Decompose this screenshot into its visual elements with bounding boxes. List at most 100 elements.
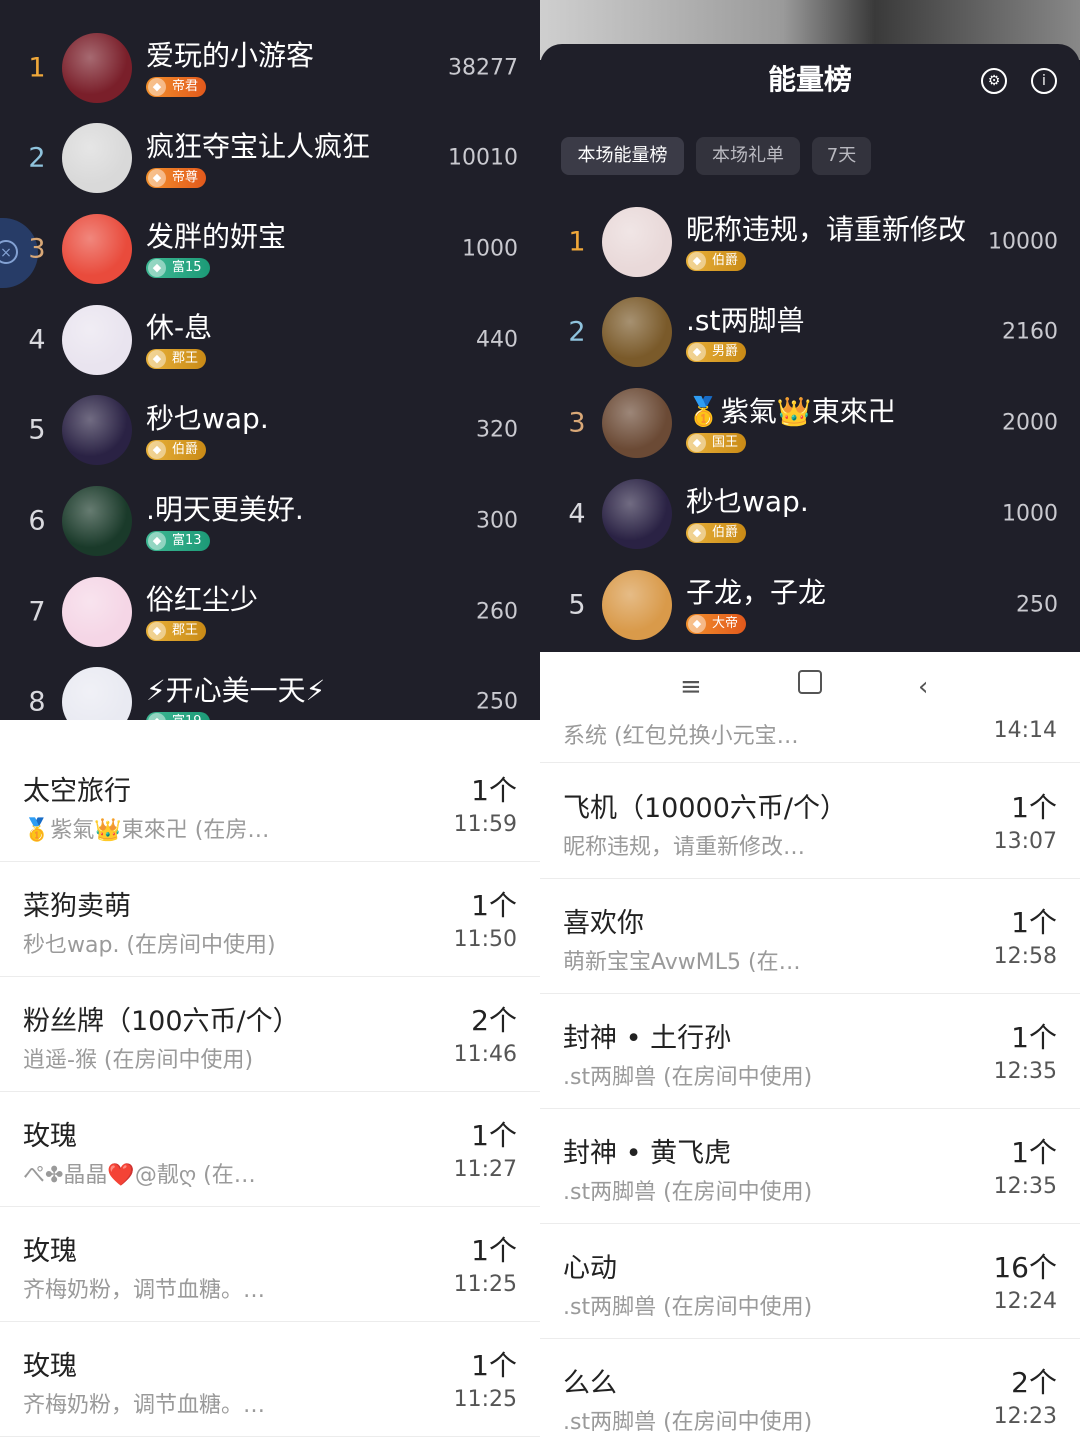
- gift-sender: .st两脚兽 (在房间中使用): [563, 1410, 813, 1435]
- badge-icon: ◆: [688, 524, 706, 543]
- ranking-row[interactable]: 3 🥇紫氣👑東來卍 ◆ 国王 2000: [540, 378, 1080, 469]
- gift-time: 11:50: [453, 927, 517, 952]
- ranking-row[interactable]: 7 俗红尘少 ◆ 郡王 260: [0, 566, 540, 657]
- gift-sender: 🥇紫氣👑東來卍 (在房…: [23, 818, 270, 843]
- badge-icon: ◆: [148, 350, 166, 369]
- username: 秒乜wap.: [146, 401, 269, 435]
- username: 休-息: [146, 311, 213, 345]
- gift-count: 1个: [1011, 906, 1057, 939]
- gift-list-item[interactable]: 封神 • 黄飞虎 .st两脚兽 (在房间中使用) 1个 12:35: [540, 1108, 1080, 1224]
- gift-name: 玫瑰: [23, 1121, 77, 1152]
- gift-list-item[interactable]: 玫瑰 齐梅奶粉，调节血糖。… 1个 11:25: [0, 1206, 540, 1322]
- gift-list-item[interactable]: 太空旅行 🥇紫氣👑東來卍 (在房… 1个 11:59: [0, 746, 540, 862]
- level-badge: ◆ 帝君: [146, 77, 207, 97]
- badge-label: 伯爵: [712, 253, 739, 268]
- level-badge: ◆ 郡王: [146, 349, 207, 370]
- gift-time: 11:27: [453, 1157, 517, 1182]
- avatar[interactable]: [62, 667, 132, 720]
- level-badge: ◆ 帝尊: [146, 167, 207, 188]
- gift-sender: 系统 (红包兑换小元宝…: [563, 724, 799, 749]
- energy-score: 1000: [1002, 501, 1058, 527]
- avatar[interactable]: [62, 32, 132, 103]
- badge-label: 富15: [172, 260, 202, 276]
- ranking-row[interactable]: 6 .明天更美好. ◆ 富13 300: [0, 476, 540, 567]
- level-badge: ◆ 大帝: [686, 614, 747, 635]
- gift-name: 太空旅行: [23, 776, 131, 807]
- username: 🥇紫氣👑東來卍: [686, 394, 896, 428]
- home-icon[interactable]: [798, 670, 822, 694]
- gift-sender: 昵称违规，请重新修改…: [563, 835, 806, 860]
- gift-list-item[interactable]: 么么 .st两脚兽 (在房间中使用) 2个 12:23: [540, 1338, 1080, 1440]
- badge-label: 帝尊: [172, 169, 199, 185]
- ranking-row[interactable]: 8 ⚡开心美一天⚡ ◆富19 250: [0, 657, 540, 720]
- gift-count: 1个: [471, 889, 517, 922]
- gift-sender: ぺ✤晶晶❤️@靓ღ (在…: [23, 1163, 256, 1188]
- avatar[interactable]: [62, 395, 132, 466]
- tab-session-gifts[interactable]: 本场礼单: [696, 137, 800, 175]
- gift-time: 12:58: [993, 944, 1057, 969]
- gift-count: 1个: [471, 1119, 517, 1152]
- level-badge: ◆ 伯爵: [686, 251, 747, 271]
- avatar[interactable]: [62, 123, 132, 194]
- gift-list-item[interactable]: 封神 • 土行孙 .st两脚兽 (在房间中使用) 1个 12:35: [540, 993, 1080, 1109]
- badge-icon: ◆: [148, 531, 166, 550]
- avatar[interactable]: [62, 213, 132, 284]
- tab-7days[interactable]: 7天: [812, 137, 871, 175]
- avatar[interactable]: [602, 297, 672, 368]
- gift-time: 13:07: [993, 829, 1057, 854]
- gift-list-right: 系统 (红包兑换小元宝… 14:14 飞机（10000六币/个） 昵称违规，请重新…: [540, 718, 1080, 1440]
- tab-session-energy[interactable]: 本场能量榜: [561, 137, 684, 175]
- ranking-row[interactable]: 4 休-息 ◆ 郡王 440: [0, 294, 540, 385]
- ranking-row[interactable]: 5 秒乜wap. ◆ 伯爵 320: [0, 385, 540, 476]
- gift-list-item[interactable]: 玫瑰ぺ✤晶晶❤️@靓ღ (在… 1个 11:27: [0, 1091, 540, 1207]
- back-icon[interactable]: ‹: [918, 672, 928, 702]
- ranking-row[interactable]: 1 爱玩的小游客 ◆ 帝君 38277: [0, 22, 540, 113]
- gift-sender: 齐梅奶粉，调节血糖。…: [23, 1393, 266, 1418]
- badge-icon: ◆: [148, 259, 166, 278]
- gift-name: 么么: [563, 1368, 617, 1399]
- rank-number: 5: [28, 414, 46, 446]
- avatar[interactable]: [602, 478, 672, 549]
- gift-list-item[interactable]: 心动 .st两脚兽 (在房间中使用) 16个 12:24: [540, 1223, 1080, 1339]
- rank-number: 5: [568, 589, 586, 621]
- rank-number: 4: [568, 498, 586, 530]
- badge-icon: ◆: [688, 615, 706, 634]
- list-item-partial[interactable]: 系统 (红包兑换小元宝… 14:14: [540, 718, 1080, 763]
- avatar[interactable]: [62, 304, 132, 375]
- energy-score: 300: [476, 508, 518, 534]
- ranking-row[interactable]: 3 发胖的妍宝 ◆ 富15 1000: [0, 203, 540, 294]
- gift-list-item[interactable]: 菜狗卖萌 秒乜wap. (在房间中使用) 1个 11:50: [0, 861, 540, 977]
- gift-name: 封神 • 土行孙: [563, 1023, 732, 1054]
- username: 爱玩的小游客: [146, 39, 315, 72]
- gift-count: 2个: [471, 1004, 517, 1037]
- energy-ranking-panel: 能量榜 ⚙ i 本场能量榜 本场礼单 7天 1 昵称违规，请重新修改 ◆ 伯爵 1000…: [540, 0, 1080, 652]
- gift-name: 心动: [563, 1253, 617, 1284]
- badge-icon: ◆: [148, 78, 166, 96]
- username: ⚡开心美一天⚡: [146, 673, 326, 707]
- ranking-row[interactable]: 2 疯狂夺宝让人疯狂 ◆ 帝尊 10010: [0, 113, 540, 204]
- avatar[interactable]: [602, 206, 672, 277]
- energy-score: 10000: [988, 229, 1058, 254]
- avatar[interactable]: [62, 486, 132, 556]
- level-badge: ◆ 伯爵: [146, 439, 207, 460]
- avatar[interactable]: [62, 576, 132, 647]
- ranking-row[interactable]: 4 秒乜wap. ◆ 伯爵 1000: [540, 468, 1080, 559]
- menu-icon[interactable]: ≡: [680, 672, 702, 702]
- gift-time: 12:35: [993, 1174, 1057, 1199]
- ranking-row[interactable]: 1 昵称违规，请重新修改 ◆ 伯爵 10000: [540, 196, 1080, 287]
- avatar[interactable]: [602, 388, 672, 459]
- gift-list-item[interactable]: 玫瑰 齐梅奶粉，调节血糖。… 1个 11:25: [0, 1321, 540, 1437]
- gift-list-item[interactable]: 喜欢你 萌新宝宝AvwML5 (在… 1个 12:58: [540, 878, 1080, 994]
- settings-icon[interactable]: ⚙: [981, 68, 1007, 94]
- ranking-row[interactable]: 2 .st两脚兽 ◆ 男爵 2160: [540, 287, 1080, 378]
- badge-icon: ◆: [148, 440, 166, 459]
- username: 子龙，子龙: [686, 576, 827, 610]
- ranking-row[interactable]: 5 子龙，子龙 ◆ 大帝 250: [540, 559, 1080, 650]
- avatar[interactable]: [602, 569, 672, 640]
- username: 发胖的妍宝: [146, 220, 287, 254]
- rank-number: 2: [568, 316, 586, 348]
- info-icon[interactable]: i: [1031, 68, 1057, 94]
- gift-list-item[interactable]: 飞机（10000六币/个） 昵称违规，请重新修改… 1个 13:07: [540, 763, 1080, 879]
- gift-list-item[interactable]: 粉丝牌（100六币/个） 逍遥-猴 (在房间中使用) 2个 11:46: [0, 976, 540, 1092]
- gift-sender: .st两脚兽 (在房间中使用): [563, 1065, 813, 1090]
